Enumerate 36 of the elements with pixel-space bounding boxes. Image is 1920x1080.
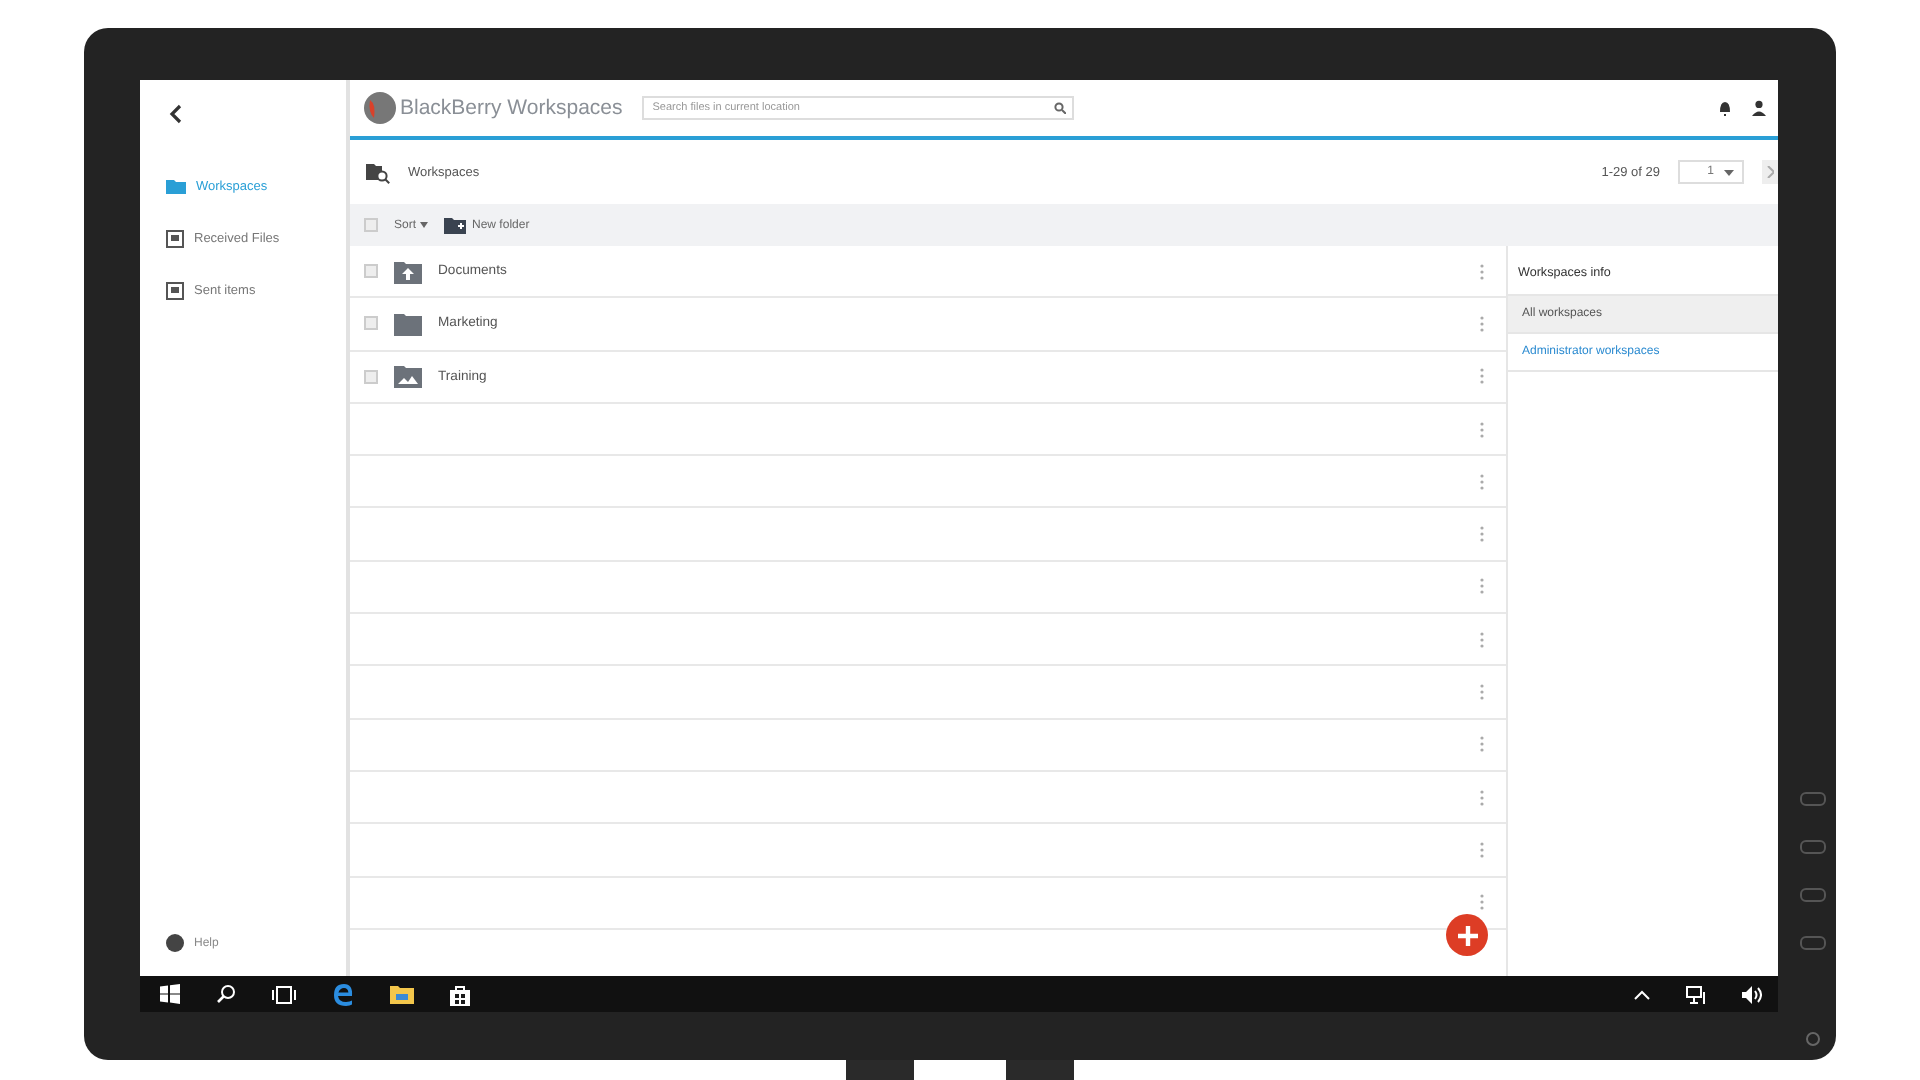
row-checkbox[interactable]	[364, 369, 378, 384]
monitor-button[interactable]	[1800, 840, 1826, 854]
power-button[interactable]	[1806, 1032, 1820, 1046]
network-icon[interactable]	[1686, 985, 1706, 1003]
row-checkbox[interactable]	[364, 264, 378, 279]
monitor-button[interactable]	[1800, 792, 1826, 806]
folder-icon	[166, 178, 186, 194]
caret-icon	[420, 222, 429, 228]
select-all-checkbox[interactable]	[364, 218, 378, 232]
caret-icon	[1724, 169, 1734, 175]
logo-icon	[364, 92, 396, 124]
monitor-button[interactable]	[1800, 888, 1826, 902]
monitor-button[interactable]	[1800, 936, 1826, 950]
add-button[interactable]	[1446, 914, 1488, 956]
folder-icon[interactable]	[390, 984, 414, 1004]
chevron-up-icon[interactable]	[1634, 989, 1650, 999]
inbox-icon	[166, 229, 184, 247]
new-folder-icon	[444, 216, 467, 234]
bell-icon[interactable]	[1718, 100, 1732, 116]
chevron-right-icon	[1766, 166, 1774, 178]
app-title: BlackBerry Workspaces	[400, 96, 623, 120]
user-icon[interactable]	[1752, 100, 1766, 116]
folder-icon	[394, 311, 422, 336]
browser-icon[interactable]	[332, 983, 354, 1005]
next-page-button[interactable]	[1762, 160, 1778, 184]
plus-icon	[1457, 925, 1477, 945]
store-icon[interactable]	[450, 983, 470, 1005]
search-icon[interactable]	[216, 984, 236, 1004]
folder-icon	[394, 364, 422, 389]
workspace-icon	[366, 161, 390, 183]
folder-icon	[394, 259, 422, 284]
task-view-icon[interactable]	[272, 985, 296, 1003]
inbox-icon	[166, 281, 184, 299]
volume-icon[interactable]	[1742, 985, 1762, 1003]
windows-start-icon[interactable]	[160, 984, 180, 1004]
row-checkbox[interactable]	[364, 316, 378, 331]
